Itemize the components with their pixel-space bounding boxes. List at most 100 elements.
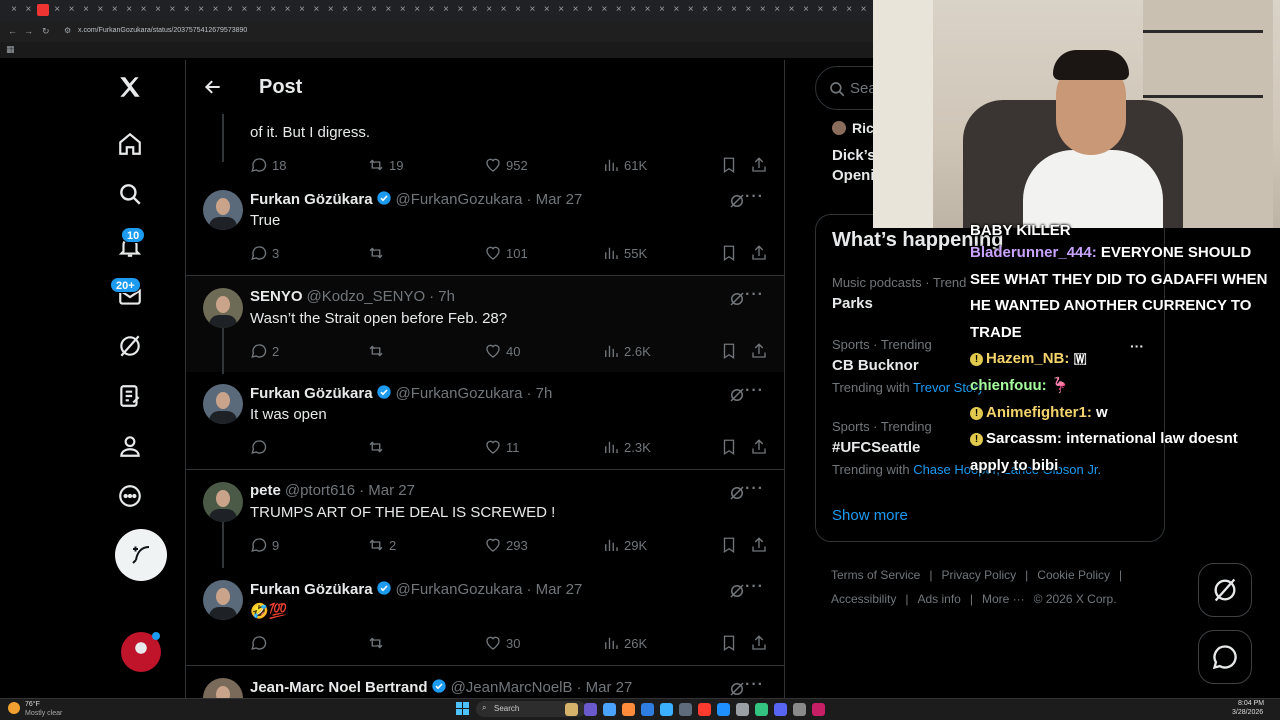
bookmark-button[interactable] xyxy=(720,634,742,652)
browser-tab-close-icon[interactable]: × xyxy=(728,4,740,16)
more-options-icon[interactable]: ··· xyxy=(745,188,764,206)
browser-tab-close-icon[interactable]: × xyxy=(526,4,538,16)
author-name[interactable]: Furkan Gözükara xyxy=(250,581,373,598)
taskbar-app-icon[interactable] xyxy=(774,703,787,716)
browser-tab-close-icon[interactable]: × xyxy=(282,4,294,16)
reply-button[interactable]: 18 xyxy=(250,156,286,174)
browser-tab-close-icon[interactable]: × xyxy=(66,4,78,16)
browser-tab-close-icon[interactable]: × xyxy=(354,4,366,16)
author-handle[interactable]: @ptort616 xyxy=(285,482,355,499)
post-time[interactable]: · Mar 27 xyxy=(577,679,633,696)
like-button[interactable]: 952 xyxy=(484,156,528,174)
url-field[interactable]: x.com/FurkanGozukara/status/203757541267… xyxy=(78,27,247,34)
browser-tab-close-icon[interactable]: × xyxy=(426,4,438,16)
like-button[interactable]: 293 xyxy=(484,536,528,554)
browser-tab-close-icon[interactable]: × xyxy=(829,4,841,16)
footer-link[interactable]: Ads info xyxy=(917,592,960,606)
browser-tab-close-icon[interactable]: × xyxy=(814,4,826,16)
browser-tab-close-icon[interactable]: × xyxy=(498,4,510,16)
like-button[interactable]: 11 xyxy=(484,438,520,456)
site-info-icon[interactable]: ⚙ xyxy=(64,26,71,35)
footer-link[interactable]: © 2026 X Corp. xyxy=(1034,592,1117,606)
share-button[interactable] xyxy=(750,536,772,554)
taskbar-app-icon[interactable] xyxy=(717,703,730,716)
more-dots-icon[interactable]: ··· xyxy=(1130,338,1144,354)
browser-tab-close-icon[interactable]: × xyxy=(152,4,164,16)
post-row[interactable]: SENYO @Kodzo_SENYO · 7h ··· Wasn’t the Strai… xyxy=(186,276,784,374)
reply-button[interactable] xyxy=(250,438,272,456)
taskbar-app-icon[interactable] xyxy=(755,703,768,716)
share-button[interactable] xyxy=(750,438,772,456)
author-name[interactable]: Jean-Marc Noel Bertrand xyxy=(250,679,428,696)
browser-tab-close-icon[interactable]: × xyxy=(642,4,654,16)
browser-tab-close-icon[interactable]: × xyxy=(339,4,351,16)
browser-tab-close-icon[interactable]: × xyxy=(584,4,596,16)
reload-icon[interactable]: ↻ xyxy=(42,26,50,37)
browser-tab-close-icon[interactable]: × xyxy=(771,4,783,16)
more-options-icon[interactable]: ··· xyxy=(745,578,764,596)
taskbar-app-icon[interactable] xyxy=(565,703,578,716)
browser-tab-close-icon[interactable]: × xyxy=(94,4,106,16)
reply-button[interactable] xyxy=(250,634,272,652)
reply-button[interactable]: 9 xyxy=(250,536,279,554)
browser-tab-close-icon[interactable]: × xyxy=(310,4,322,16)
reply-button[interactable]: 2 xyxy=(250,342,279,360)
browser-tab-close-icon[interactable]: × xyxy=(656,4,668,16)
apps-grid-icon[interactable]: ▦ xyxy=(6,44,15,55)
browser-tab-close-icon[interactable]: × xyxy=(454,4,466,16)
post-time[interactable]: · 7h xyxy=(527,385,553,402)
like-button[interactable]: 101 xyxy=(484,244,528,262)
share-button[interactable] xyxy=(750,342,772,360)
avatar[interactable] xyxy=(203,678,243,700)
browser-tab-close-icon[interactable]: × xyxy=(325,4,337,16)
taskbar-app-icon[interactable] xyxy=(698,703,711,716)
youtube-tab-icon[interactable] xyxy=(36,4,49,16)
avatar[interactable] xyxy=(203,482,243,522)
views-button[interactable]: 29K xyxy=(602,536,647,554)
windows-start-icon[interactable] xyxy=(456,702,469,715)
repost-button[interactable] xyxy=(367,634,389,652)
browser-tab-close-icon[interactable]: × xyxy=(123,4,135,16)
post-row[interactable]: Jean-Marc Noel Bertrand @JeanMarcNoelB · M… xyxy=(186,666,784,700)
bookmark-button[interactable] xyxy=(720,156,742,174)
taskbar-app-icon[interactable] xyxy=(584,703,597,716)
post-row[interactable]: pete @ptort616 · Mar 27 ··· TRUMPS ART OF TH… xyxy=(186,470,784,568)
avatar[interactable] xyxy=(203,190,243,230)
browser-tab-close-icon[interactable]: × xyxy=(598,4,610,16)
browser-tab-close-icon[interactable]: × xyxy=(51,4,63,16)
taskbar-app-icon[interactable] xyxy=(622,703,635,716)
compose-post-button[interactable] xyxy=(115,529,167,581)
browser-tab-close-icon[interactable]: × xyxy=(843,4,855,16)
browser-tab-close-icon[interactable]: × xyxy=(238,4,250,16)
author-name[interactable]: Furkan Gözükara xyxy=(250,385,373,402)
news-card[interactable]: Ric Dick’s Openi xyxy=(816,115,876,195)
browser-tab-close-icon[interactable]: × xyxy=(699,4,711,16)
browser-tab-close-icon[interactable]: × xyxy=(483,4,495,16)
taskbar-app-icon[interactable] xyxy=(679,703,692,716)
browser-tab-close-icon[interactable]: × xyxy=(382,4,394,16)
browser-tab-close-icon[interactable]: × xyxy=(195,4,207,16)
more-circle-icon[interactable] xyxy=(116,482,144,510)
back-arrow-icon[interactable]: ← xyxy=(8,26,17,36)
browser-tab-close-icon[interactable]: × xyxy=(555,4,567,16)
repost-button[interactable] xyxy=(367,438,389,456)
like-button[interactable]: 30 xyxy=(484,634,520,652)
home-icon[interactable] xyxy=(116,130,144,158)
post-row[interactable]: Furkan Gözükara @FurkanGozukara · Mar 27 ··… xyxy=(186,568,784,666)
browser-tab-close-icon[interactable]: × xyxy=(267,4,279,16)
lists-icon[interactable] xyxy=(116,382,144,410)
more-options-icon[interactable]: ··· xyxy=(745,676,764,694)
browser-tab-close-icon[interactable]: × xyxy=(109,4,121,16)
author-name[interactable]: Furkan Gözükara xyxy=(250,191,373,208)
post-time[interactable]: · Mar 27 xyxy=(359,482,415,499)
post-time[interactable]: · Mar 27 xyxy=(527,581,583,598)
chat-username[interactable]: Bladerunner_444: xyxy=(970,244,1097,261)
messages-fab-button[interactable] xyxy=(1198,630,1252,684)
grok-icon[interactable] xyxy=(116,332,144,360)
views-button[interactable]: 61K xyxy=(602,156,647,174)
views-button[interactable]: 2.3K xyxy=(602,438,651,456)
browser-tab-close-icon[interactable]: × xyxy=(224,4,236,16)
browser-tab-close-icon[interactable]: × xyxy=(368,4,380,16)
post-time[interactable]: · 7h xyxy=(429,288,455,305)
repost-button[interactable]: 2 xyxy=(367,536,396,554)
